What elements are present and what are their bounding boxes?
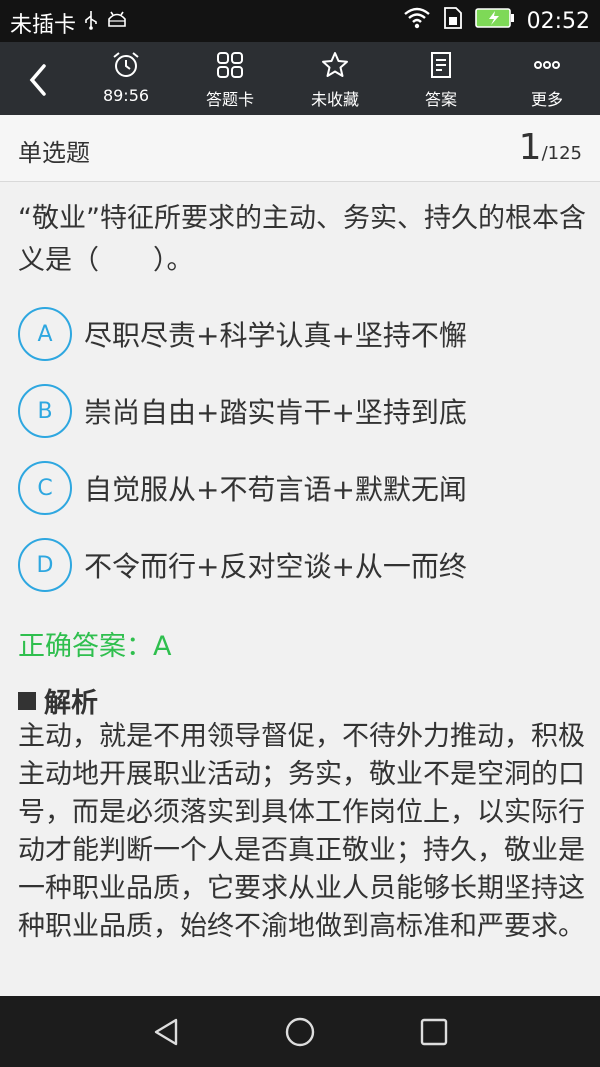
option-letter: B	[18, 384, 72, 438]
back-button[interactable]	[20, 60, 60, 100]
answer-button[interactable]: 答案	[391, 50, 491, 112]
option-letter: C	[18, 461, 72, 515]
timer-label: 89:56	[102, 86, 150, 105]
carrier-text: 未插卡	[10, 13, 77, 38]
question-counter: 1/125	[519, 127, 582, 168]
triangle-back-icon	[154, 1018, 178, 1046]
battery-charging-icon	[474, 8, 515, 34]
usb-icon	[84, 10, 98, 36]
analysis-title: 解析	[44, 688, 98, 719]
question-header: 单选题 1/125	[0, 115, 600, 182]
star-icon	[322, 52, 348, 77]
timer-button[interactable]: 89:56	[76, 50, 176, 112]
favorite-button[interactable]: 未收藏	[285, 50, 385, 112]
option-text: 崇尚自由+踏实肯干+坚持到底	[84, 396, 467, 429]
square-recents-icon	[420, 1018, 448, 1046]
system-nav-bar	[0, 996, 600, 1067]
option-text: 尽职尽责+科学认真+坚持不懈	[84, 319, 467, 352]
answer-sheet-button[interactable]: 答题卡	[180, 50, 280, 112]
android-debug-icon	[106, 10, 128, 36]
toolbar: 89:56 答题卡 未收藏 答案 更多	[0, 42, 600, 115]
analysis-heading: 解析	[18, 681, 98, 720]
option-a[interactable]: A 尽职尽责+科学认真+坚持不懈	[18, 304, 598, 364]
no-sim-icon	[443, 6, 463, 36]
more-label: 更多	[530, 90, 563, 109]
answer-sheet-label: 答题卡	[205, 90, 254, 109]
favorite-label: 未收藏	[310, 90, 359, 109]
square-bullet-icon	[18, 691, 36, 710]
correct-answer: 正确答案：A	[18, 631, 172, 662]
grid-icon	[217, 52, 243, 78]
analysis-text: 主动，就是不用领导督促，不待外力推动，积极主动地开展职业活动；务实，敬业不是空洞…	[18, 721, 585, 942]
more-button[interactable]: 更多	[497, 50, 597, 112]
document-icon	[431, 52, 451, 78]
option-text: 自觉服从+不苟言语+默默无闻	[84, 473, 467, 506]
option-d[interactable]: D 不令而行+反对空谈+从一而终	[18, 535, 598, 595]
nav-back-button[interactable]	[150, 1016, 182, 1048]
option-c[interactable]: C 自觉服从+不苟言语+默默无闻	[18, 458, 598, 518]
nav-home-button[interactable]	[284, 1016, 316, 1048]
total-questions: /125	[541, 143, 582, 164]
option-letter: A	[18, 307, 72, 361]
option-b[interactable]: B 崇尚自由+踏实肯干+坚持到底	[18, 381, 598, 441]
option-text: 不令而行+反对空谈+从一而终	[84, 550, 467, 583]
clock-text: 02:52	[526, 8, 590, 34]
alarm-clock-icon	[113, 52, 139, 77]
option-letter: D	[18, 538, 72, 592]
nav-recents-button[interactable]	[418, 1016, 450, 1048]
more-dots-icon	[534, 61, 560, 69]
wifi-icon	[403, 7, 431, 35]
question-stem: “敬业”特征所要求的主动、务实、持久的根本含义是（ ）。	[18, 203, 586, 276]
circle-home-icon	[285, 1017, 315, 1047]
answer-label: 答案	[424, 90, 457, 109]
chevron-left-icon	[29, 64, 46, 96]
current-question-number: 1	[518, 127, 542, 168]
question-type: 单选题	[18, 139, 90, 167]
status-bar: 未插卡 02:52	[0, 0, 600, 42]
